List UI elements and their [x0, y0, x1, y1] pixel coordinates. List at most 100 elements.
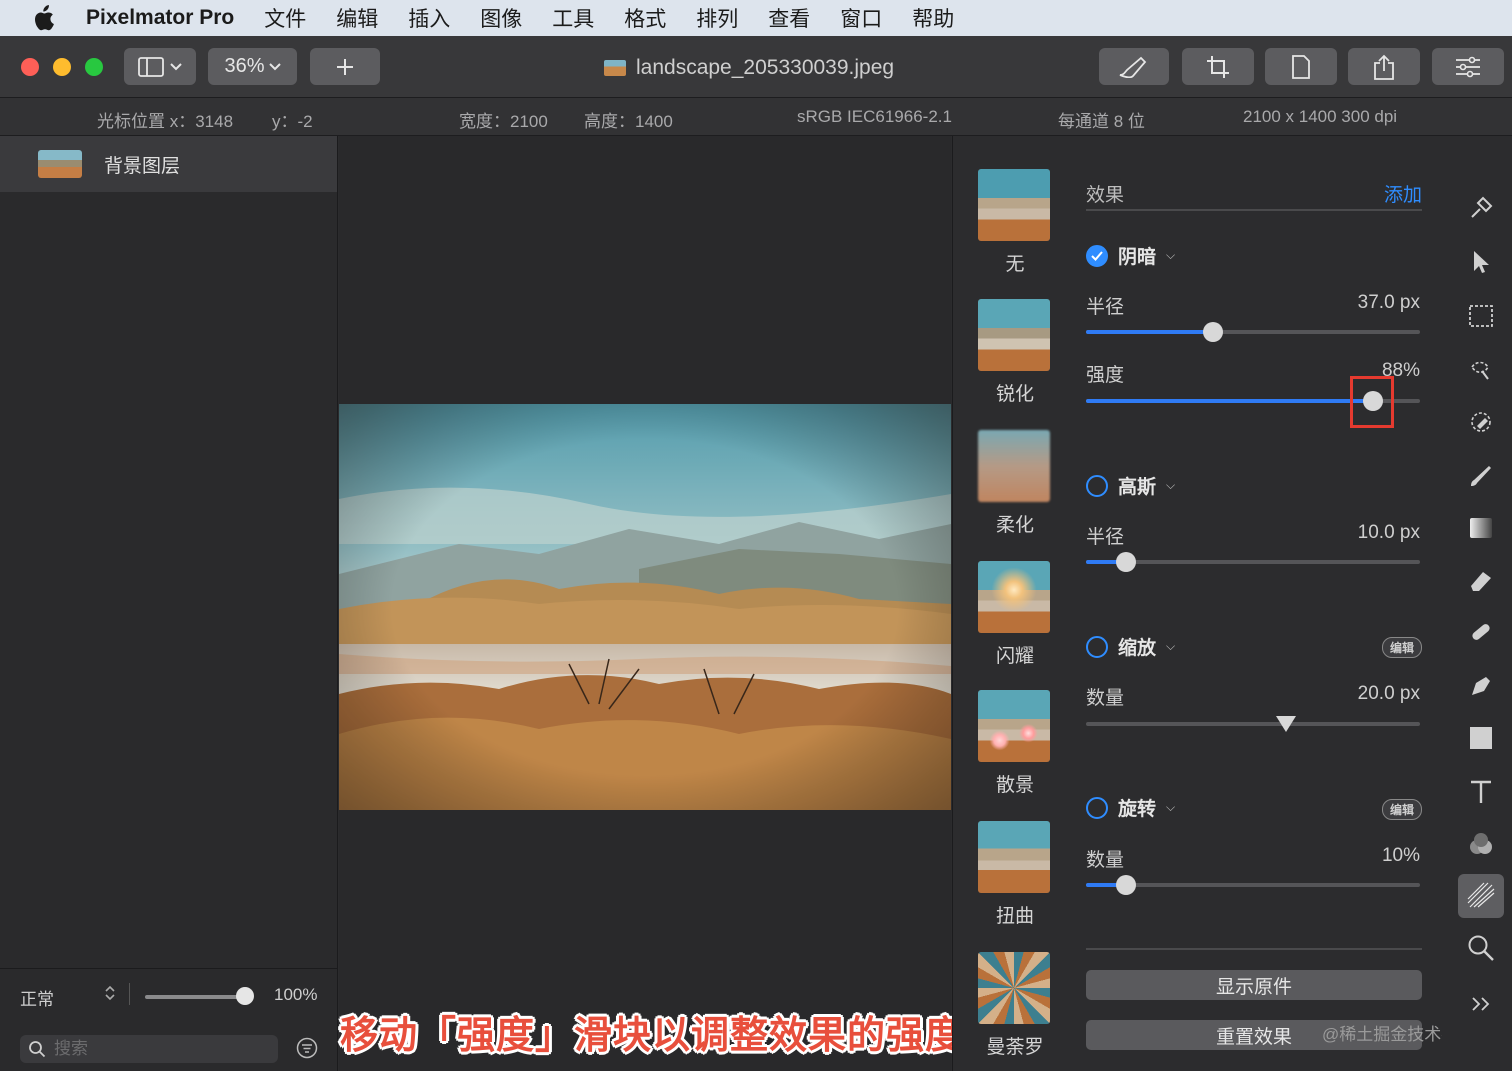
effect-label: 柔化 — [995, 515, 1034, 536]
effects-tool-icon[interactable] — [1458, 874, 1504, 918]
effect-header-vignette[interactable]: 阴暗 ⌵ — [1086, 242, 1175, 269]
edit-button[interactable]: 编辑 — [1381, 799, 1422, 820]
layers-search[interactable] — [20, 1035, 278, 1063]
chevron-down-icon[interactable]: ⌵ — [1166, 478, 1175, 493]
slider-knob[interactable] — [1116, 552, 1136, 572]
opacity-slider[interactable] — [145, 995, 245, 999]
type-tool-icon[interactable] — [1458, 770, 1504, 814]
vignette-radius-slider[interactable] — [1086, 322, 1420, 342]
slider-knob[interactable] — [1116, 875, 1136, 895]
erase-tool-icon[interactable] — [1458, 558, 1504, 602]
chevron-down-icon[interactable]: ⌵ — [1166, 248, 1175, 263]
effect-preset-sharpen[interactable]: 锐化 — [978, 299, 1052, 406]
menu-help[interactable]: 帮助 — [912, 3, 954, 33]
minimize-window-button[interactable] — [53, 58, 71, 76]
filter-icon[interactable] — [296, 1037, 318, 1064]
layer-row[interactable]: 背景图层 — [0, 136, 337, 192]
chevron-down-icon[interactable]: ⌵ — [1166, 800, 1175, 815]
quick-selection-tool-icon[interactable] — [1458, 348, 1504, 392]
chevron-down-icon[interactable]: ⌵ — [1166, 639, 1175, 654]
image-width: 宽度：2100 — [459, 112, 548, 131]
color-profile: sRGB IEC61966-2.1 — [797, 107, 952, 126]
zoom-amount-slider[interactable] — [1086, 716, 1420, 732]
param-value[interactable]: 20.0 px — [1358, 683, 1420, 705]
style-tool-icon[interactable] — [1458, 186, 1504, 230]
menu-app-name[interactable]: Pixelmator Pro — [86, 6, 234, 30]
sidebar-toggle-button[interactable] — [124, 48, 196, 85]
share-button[interactable] — [1348, 48, 1420, 85]
image-dimensions: 2100 x 1400 300 dpi — [1243, 107, 1398, 126]
effect-preset-flare[interactable]: 闪耀 — [978, 561, 1052, 668]
paint-tool-icon[interactable] — [1458, 454, 1504, 498]
effect-name: 高斯 — [1118, 477, 1157, 498]
param-value[interactable]: 10.0 px — [1358, 522, 1420, 544]
param-value[interactable]: 10% — [1382, 845, 1420, 867]
pen-tool-icon[interactable] — [1458, 664, 1504, 708]
menu-view[interactable]: 查看 — [768, 3, 810, 33]
menu-tools[interactable]: 工具 — [552, 3, 594, 33]
menu-file[interactable]: 文件 — [264, 3, 306, 33]
effect-enabled-checkbox[interactable] — [1086, 474, 1108, 497]
effect-preset-soften[interactable]: 柔化 — [978, 430, 1052, 537]
layer-thumbnail — [38, 150, 82, 178]
close-window-button[interactable] — [21, 58, 39, 76]
export-button[interactable] — [1265, 48, 1337, 85]
show-original-button[interactable]: 显示原件 — [1086, 970, 1422, 1000]
slider-knob[interactable] — [1203, 322, 1223, 342]
layers-footer: 正常 100% — [0, 968, 337, 1071]
up-down-chevron-icon[interactable] — [104, 985, 116, 1004]
effect-name: 阴暗 — [1118, 247, 1157, 268]
menu-insert[interactable]: 插入 — [408, 3, 450, 33]
effect-preset-none[interactable]: 无 — [978, 169, 1052, 276]
effect-preset-mandala[interactable]: 曼荼罗 — [978, 952, 1052, 1059]
effect-enabled-checkbox[interactable] — [1086, 244, 1108, 267]
layers-panel: 背景图层 正常 100% — [0, 136, 338, 1071]
effect-header-gaussian[interactable]: 高斯 ⌵ — [1086, 472, 1175, 499]
adjustments-button[interactable] — [1432, 48, 1504, 85]
effect-header-zoom[interactable]: 缩放 ⌵ — [1086, 633, 1175, 660]
blend-mode-select[interactable]: 正常 — [20, 985, 54, 1010]
arrange-tool-icon[interactable] — [1458, 240, 1504, 284]
zoom-tool-icon[interactable] — [1458, 926, 1504, 970]
canvas-area[interactable] — [339, 136, 951, 1071]
opacity-slider-knob[interactable] — [236, 987, 254, 1005]
effect-preset-distort[interactable]: 扭曲 — [978, 821, 1052, 928]
cursor-position-x: 光标位置 x：3148 — [97, 112, 234, 131]
add-effect-button[interactable]: 添加 — [1384, 180, 1422, 207]
slider-fill — [1086, 399, 1373, 403]
menu-window[interactable]: 窗口 — [840, 3, 882, 33]
effect-enabled-checkbox[interactable] — [1086, 635, 1108, 658]
gradient-tool-icon[interactable] — [1458, 506, 1504, 550]
shape-tool-icon[interactable] — [1458, 716, 1504, 760]
more-tools-icon[interactable] — [1458, 982, 1504, 1026]
effects-browser: 无 锐化 柔化 闪耀 散景 扭曲 曼荼罗 — [952, 136, 1072, 1071]
effect-label: 锐化 — [995, 384, 1034, 405]
color-picker-tool-icon[interactable] — [1458, 400, 1504, 444]
menu-format[interactable]: 格式 — [624, 3, 666, 33]
chevron-down-icon — [170, 62, 182, 70]
effect-enabled-checkbox[interactable] — [1086, 796, 1108, 819]
param-value[interactable]: 37.0 px — [1358, 292, 1420, 314]
slider-knob[interactable] — [1276, 716, 1296, 732]
apple-icon[interactable] — [0, 5, 86, 31]
zoom-select[interactable]: 36% — [208, 48, 297, 85]
selection-tool-icon[interactable] — [1458, 294, 1504, 338]
effect-header-spin[interactable]: 旋转 ⌵ — [1086, 794, 1175, 821]
retouch-tool-icon[interactable] — [1458, 610, 1504, 654]
menu-arrange[interactable]: 排列 — [696, 3, 738, 33]
spin-amount-slider[interactable] — [1086, 875, 1420, 895]
layer-name: 背景图层 — [104, 155, 181, 177]
effect-label: 曼荼罗 — [986, 1037, 1044, 1058]
edit-button[interactable]: 编辑 — [1381, 637, 1422, 658]
crop-button[interactable] — [1182, 48, 1254, 85]
search-input[interactable] — [54, 1039, 254, 1059]
zoom-window-button[interactable] — [85, 58, 103, 76]
add-button[interactable] — [310, 48, 380, 85]
gaussian-radius-slider[interactable] — [1086, 552, 1420, 572]
color-adjust-tool-icon[interactable] — [1458, 822, 1504, 866]
effect-preset-bokeh[interactable]: 散景 — [978, 690, 1052, 797]
menu-edit[interactable]: 编辑 — [336, 3, 378, 33]
menu-image[interactable]: 图像 — [480, 3, 522, 33]
tools-button[interactable] — [1099, 48, 1169, 85]
document-icon — [1292, 54, 1310, 79]
